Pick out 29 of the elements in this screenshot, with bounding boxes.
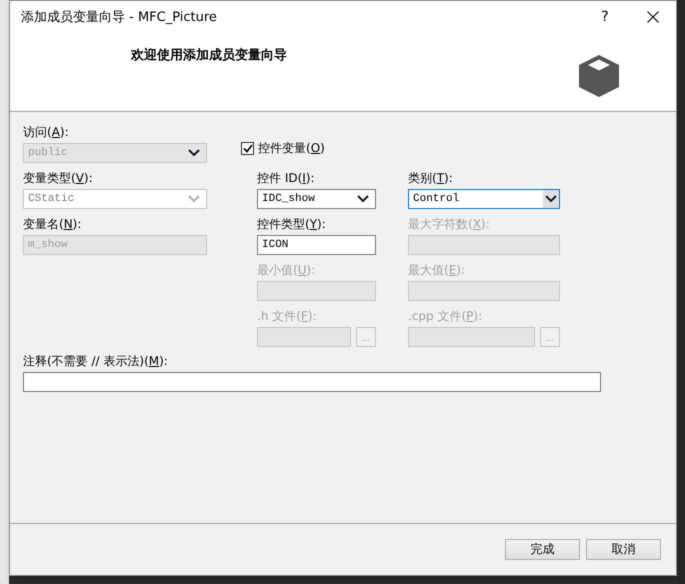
close-icon	[647, 11, 659, 23]
dialog-button[interactable]: 取消	[586, 539, 661, 560]
chevron-icon	[188, 195, 200, 203]
field-label: 控件类型(Y):	[257, 216, 327, 233]
dropdown[interactable]: IDC_show	[257, 189, 376, 209]
field-label: 访问(A):	[23, 124, 70, 141]
field-label: 最大字符数(X):	[408, 216, 491, 233]
dropdown[interactable]: Control	[408, 189, 560, 209]
field-label: 最小值(U):	[257, 262, 316, 279]
checkbox-label[interactable]: 控件变量(O)	[258, 140, 325, 157]
chevron-icon	[188, 149, 200, 157]
input-field[interactable]	[23, 372, 601, 392]
field-label: 控件 ID(I):	[257, 170, 316, 187]
field-label: 最大值(E):	[408, 262, 466, 279]
field-label: .h 文件(F):	[257, 308, 318, 325]
input-field[interactable]: ICON	[257, 235, 376, 255]
checkbox[interactable]	[241, 142, 254, 155]
field-label: .cpp 文件(P):	[408, 308, 484, 325]
field-label: 类别(T):	[408, 170, 454, 187]
chevron-icon	[545, 195, 557, 203]
dialog-button[interactable]: 完成	[505, 539, 580, 560]
window-title: 添加成员变量向导 - MFC_Picture	[21, 9, 218, 26]
field-label: 变量类型(V):	[23, 170, 94, 187]
box-icon	[579, 53, 619, 99]
chevron-icon	[357, 195, 369, 203]
wizard-heading: 欢迎使用添加成员变量向导	[131, 46, 288, 65]
field-label: 注释(不需要 // 表示法)(M):	[23, 353, 169, 370]
help-button[interactable]: ?	[582, 9, 628, 25]
field-label: 变量名(N):	[23, 216, 82, 233]
